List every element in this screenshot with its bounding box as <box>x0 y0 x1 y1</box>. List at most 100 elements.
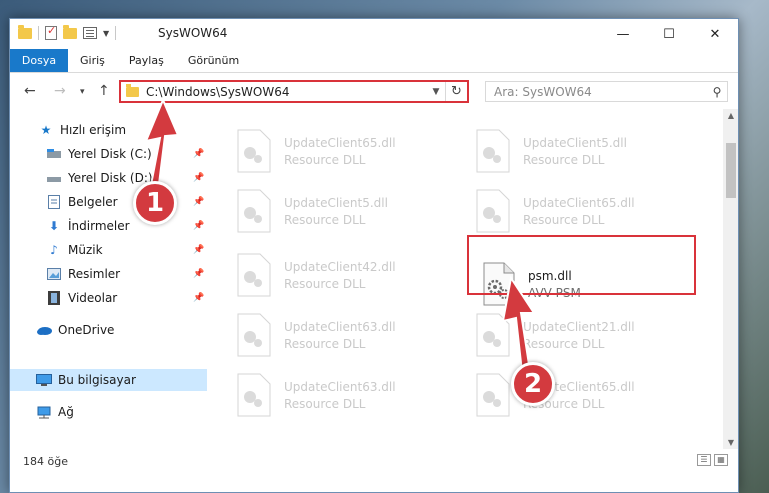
pin-icon[interactable]: 📌 <box>193 149 204 159</box>
sidebar-item-label: Bu bilgisayar <box>58 373 136 387</box>
pictures-icon <box>46 267 62 281</box>
file-name: UpdateClient63.dll <box>284 319 396 334</box>
title-bar: ▼ SysWOW64 — ☐ ✕ <box>10 19 738 49</box>
scrollbar-thumb[interactable] <box>726 143 736 198</box>
tab-view[interactable]: Görünüm <box>176 49 251 72</box>
step-1-badge: 1 <box>133 181 177 225</box>
sidebar-item-label: Yerel Disk (C:) <box>68 147 152 161</box>
dll-file-icon <box>236 313 272 357</box>
close-button[interactable]: ✕ <box>692 19 738 49</box>
pin-icon[interactable]: 📌 <box>193 221 204 231</box>
pin-icon[interactable]: 📌 <box>193 173 204 183</box>
toolbar-divider <box>115 26 117 40</box>
address-row: ← → ▾ ↑ C:\Windows\SysWOW64 ▼ ↻ Ara: Sys… <box>10 74 738 108</box>
up-arrow-icon[interactable]: ↑ <box>98 83 110 99</box>
file-type: Resource DLL <box>284 152 366 167</box>
music-icon: ♪ <box>50 243 58 257</box>
address-bar[interactable]: C:\Windows\SysWOW64 ▼ ↻ <box>119 80 469 103</box>
forward-arrow-icon[interactable]: → <box>54 83 66 99</box>
file-tile[interactable]: UpdateClient63.dll Resource DLL <box>236 367 456 423</box>
sidebar-item-label: Ağ <box>58 405 74 419</box>
pin-icon[interactable]: 📌 <box>193 197 204 207</box>
computer-icon <box>36 373 52 387</box>
sidebar-item-label: Videolar <box>68 291 118 305</box>
file-name: UpdateClient42.dll <box>284 259 396 274</box>
ribbon-tabs: Dosya Giriş Paylaş Görünüm <box>10 49 738 73</box>
file-tile[interactable]: UpdateClient21.dll Resource DLL <box>475 307 695 363</box>
properties-icon[interactable] <box>45 24 57 40</box>
tab-share[interactable]: Paylaş <box>117 49 176 72</box>
sidebar-item-label: Hızlı erişim <box>60 123 127 137</box>
sidebar-item-disk-d[interactable]: Yerel Disk (D:) 📌 <box>10 167 207 189</box>
cloud-icon <box>36 323 52 337</box>
pin-icon[interactable]: 📌 <box>193 245 204 255</box>
dll-file-icon <box>475 189 511 233</box>
details-view-icon[interactable]: ☰ <box>697 454 711 466</box>
file-tile[interactable]: UpdateClient42.dll Resource DLL <box>236 247 456 303</box>
tab-file[interactable]: Dosya <box>10 49 68 72</box>
pin-icon[interactable]: 📌 <box>193 293 204 303</box>
address-path[interactable]: C:\Windows\SysWOW64 <box>146 85 427 99</box>
toolbar-divider <box>38 26 39 40</box>
folder-icon <box>126 83 139 97</box>
file-name: UpdateClient5.dll <box>284 195 388 210</box>
file-tile[interactable]: UpdateClient65.dll Resource DLL <box>475 367 695 423</box>
dll-file-icon <box>475 129 511 173</box>
file-name: UpdateClient21.dll <box>523 319 635 334</box>
step-2-badge: 2 <box>511 362 555 406</box>
sidebar-item-documents[interactable]: Belgeler 📌 <box>10 191 207 213</box>
file-tile[interactable]: UpdateClient65.dll Resource DLL <box>475 183 695 239</box>
sidebar-item-this-pc[interactable]: Bu bilgisayar <box>10 369 207 391</box>
file-name: UpdateClient63.dll <box>284 379 396 394</box>
sidebar-item-pictures[interactable]: Resimler 📌 <box>10 263 207 285</box>
file-name: UpdateClient65.dll <box>523 195 635 210</box>
pin-icon[interactable]: 📌 <box>193 269 204 279</box>
chevron-down-icon[interactable]: ▼ <box>103 29 109 38</box>
window-title: SysWOW64 <box>158 26 228 40</box>
maximize-button[interactable]: ☐ <box>646 19 692 49</box>
scroll-down-icon[interactable]: ▼ <box>723 438 738 447</box>
sidebar-item-disk-c[interactable]: Yerel Disk (C:) 📌 <box>10 143 207 165</box>
status-bar: 184 öğe ☰ ▦ <box>10 449 738 474</box>
item-count: 184 öğe <box>23 455 68 468</box>
dll-file-icon <box>475 373 511 417</box>
refresh-icon[interactable]: ↻ <box>445 82 467 101</box>
tab-home[interactable]: Giriş <box>68 49 117 72</box>
dll-file-icon <box>236 373 272 417</box>
file-type: Resource DLL <box>523 152 605 167</box>
dll-file-icon <box>475 313 511 357</box>
sidebar-item-videos[interactable]: Videolar 📌 <box>10 287 207 309</box>
chevron-down-icon[interactable]: ▼ <box>427 87 445 97</box>
file-type: Resource DLL <box>523 336 605 351</box>
recent-chevron-icon[interactable]: ▾ <box>80 87 85 97</box>
sidebar-item-quick-access[interactable]: ★ Hızlı erişim <box>10 119 207 141</box>
sidebar-item-music[interactable]: ♪ Müzik 📌 <box>10 239 207 261</box>
back-arrow-icon[interactable]: ← <box>24 83 36 99</box>
file-type: Resource DLL <box>284 336 366 351</box>
search-icon[interactable]: ⚲ <box>707 85 727 99</box>
file-tile[interactable]: UpdateClient65.dll Resource DLL <box>236 123 456 179</box>
file-tile[interactable]: UpdateClient5.dll Resource DLL <box>475 123 695 179</box>
network-icon <box>36 405 52 419</box>
sidebar-item-label: Yerel Disk (D:) <box>68 171 153 185</box>
sidebar-item-label: Belgeler <box>68 195 118 209</box>
vertical-scrollbar[interactable]: ▲ ▼ <box>723 109 738 449</box>
file-name: UpdateClient5.dll <box>523 135 627 150</box>
sidebar-item-network[interactable]: Ağ <box>10 401 207 423</box>
search-input[interactable]: Ara: SysWOW64 ⚲ <box>485 81 728 102</box>
minimize-button[interactable]: — <box>600 19 646 49</box>
sidebar-item-onedrive[interactable]: OneDrive <box>10 319 207 341</box>
dll-file-icon <box>236 253 272 297</box>
tiles-view-icon[interactable]: ▦ <box>714 454 728 466</box>
star-icon: ★ <box>40 123 52 137</box>
search-placeholder[interactable]: Ara: SysWOW64 <box>494 85 707 99</box>
new-folder-icon[interactable] <box>63 24 77 39</box>
scroll-up-icon[interactable]: ▲ <box>723 111 738 120</box>
file-tile[interactable]: UpdateClient63.dll Resource DLL <box>236 307 456 363</box>
file-tile[interactable]: UpdateClient5.dll Resource DLL <box>236 183 456 239</box>
list-view-icon[interactable] <box>83 27 97 39</box>
file-type: Resource DLL <box>284 276 366 291</box>
sidebar-item-downloads[interactable]: ⬇ İndirmeler 📌 <box>10 215 207 237</box>
sidebar-item-label: Müzik <box>68 243 103 257</box>
sidebar-item-label: Resimler <box>68 267 121 281</box>
